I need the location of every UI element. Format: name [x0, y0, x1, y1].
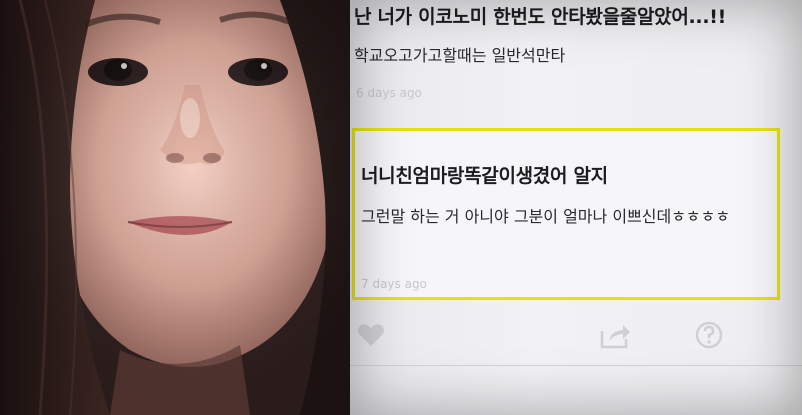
- comment-title: 너니친엄마랑똑같이생겼어 알지: [361, 165, 608, 187]
- portrait-image: [0, 0, 350, 415]
- post-timestamp: 6 days ago: [356, 86, 422, 100]
- post-title: 난 너가 이코노미 한번도 안타봤을줄알았어...!!: [354, 6, 726, 28]
- post-body: 학교오고가고할때는 일반석만타: [354, 46, 566, 65]
- profile-photo: [0, 0, 350, 415]
- action-bar: [350, 318, 802, 358]
- share-icon: [600, 325, 630, 349]
- comment-body: 그런말 하는 거 아니야 그분이 얼마나 이쁘신데ㅎㅎㅎㅎ: [361, 207, 731, 226]
- share-button[interactable]: [598, 318, 632, 352]
- question-icon: [695, 321, 723, 349]
- help-button[interactable]: [692, 318, 726, 352]
- highlighted-comment[interactable]: 너니친엄마랑똑같이생겼어 알지 그런말 하는 거 아니야 그분이 얼마나 이쁘신…: [352, 128, 780, 300]
- comment-timestamp: 7 days ago: [361, 277, 427, 291]
- app-screen: 난 너가 이코노미 한번도 안타봤을줄알았어...!! 학교오고가고할때는 일반…: [350, 0, 802, 415]
- divider: [350, 365, 802, 366]
- heart-icon: [358, 324, 384, 346]
- like-button[interactable]: [354, 318, 388, 352]
